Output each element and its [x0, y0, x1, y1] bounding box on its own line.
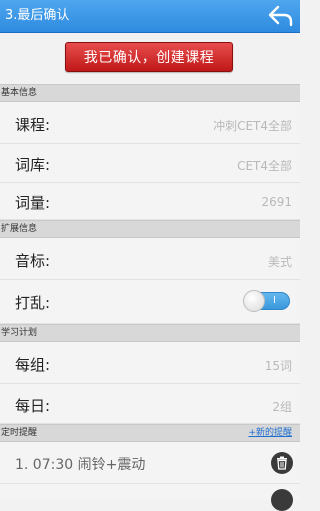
page-title: 3.最后确认 — [5, 8, 70, 23]
reminder-item-partial — [0, 484, 300, 511]
trash-icon-partial — [271, 489, 293, 511]
word-count-label: 词量: — [15, 194, 51, 212]
trash-icon[interactable] — [271, 452, 293, 474]
section-title-reminder: 定时提醒 — [1, 428, 38, 438]
toggle-on-mark: I — [273, 295, 276, 306]
confirm-create-course-button[interactable]: 我已确认，创建课程 — [65, 42, 233, 72]
per-group-label: 每组: — [15, 356, 51, 374]
section-title-extended: 扩展信息 — [1, 224, 38, 234]
word-count-value: 2691 — [261, 195, 292, 209]
lexicon-label: 词库: — [15, 156, 51, 174]
row-phonetic[interactable]: 音标: 美式 — [0, 238, 300, 280]
per-day-label: 每日: — [15, 397, 51, 415]
shuffle-label: 打乱: — [15, 294, 51, 312]
phonetic-value: 美式 — [267, 255, 292, 269]
reminder-item[interactable]: 1. 07:30 闹铃+震动 — [0, 442, 300, 484]
lexicon-value: CET4全部 — [237, 159, 292, 173]
section-title-plan: 学习计划 — [1, 328, 38, 338]
per-day-value: 2组 — [272, 400, 292, 414]
reminder-item-label: 1. 07:30 闹铃+震动 — [15, 457, 146, 473]
back-arrow-icon[interactable] — [268, 4, 294, 28]
section-header-reminder: 定时提醒 +新的提醒 — [0, 424, 300, 442]
shuffle-toggle[interactable]: I — [243, 290, 290, 312]
row-shuffle: 打乱: I — [0, 280, 300, 324]
row-word-count: 词量: 2691 — [0, 183, 300, 220]
course-value: 冲刺CET4全部 — [213, 119, 292, 133]
row-lexicon[interactable]: 词库: CET4全部 — [0, 144, 300, 183]
section-header-plan: 学习计划 — [0, 324, 300, 342]
title-bar: 3.最后确认 — [0, 0, 300, 33]
row-course[interactable]: 课程: 冲刺CET4全部 — [0, 102, 300, 144]
per-group-value: 15词 — [264, 359, 292, 373]
confirm-area: 我已确认，创建课程 — [0, 33, 300, 84]
row-per-group[interactable]: 每组: 15词 — [0, 342, 300, 384]
add-reminder-link[interactable]: +新的提醒 — [248, 426, 292, 440]
toggle-knob[interactable] — [243, 290, 265, 312]
section-header-extended: 扩展信息 — [0, 220, 300, 238]
row-per-day[interactable]: 每日: 2组 — [0, 384, 300, 424]
section-header-basic: 基本信息 — [0, 84, 300, 102]
phonetic-label: 音标: — [15, 252, 51, 270]
course-label: 课程: — [15, 116, 51, 134]
section-title-basic: 基本信息 — [1, 88, 38, 98]
